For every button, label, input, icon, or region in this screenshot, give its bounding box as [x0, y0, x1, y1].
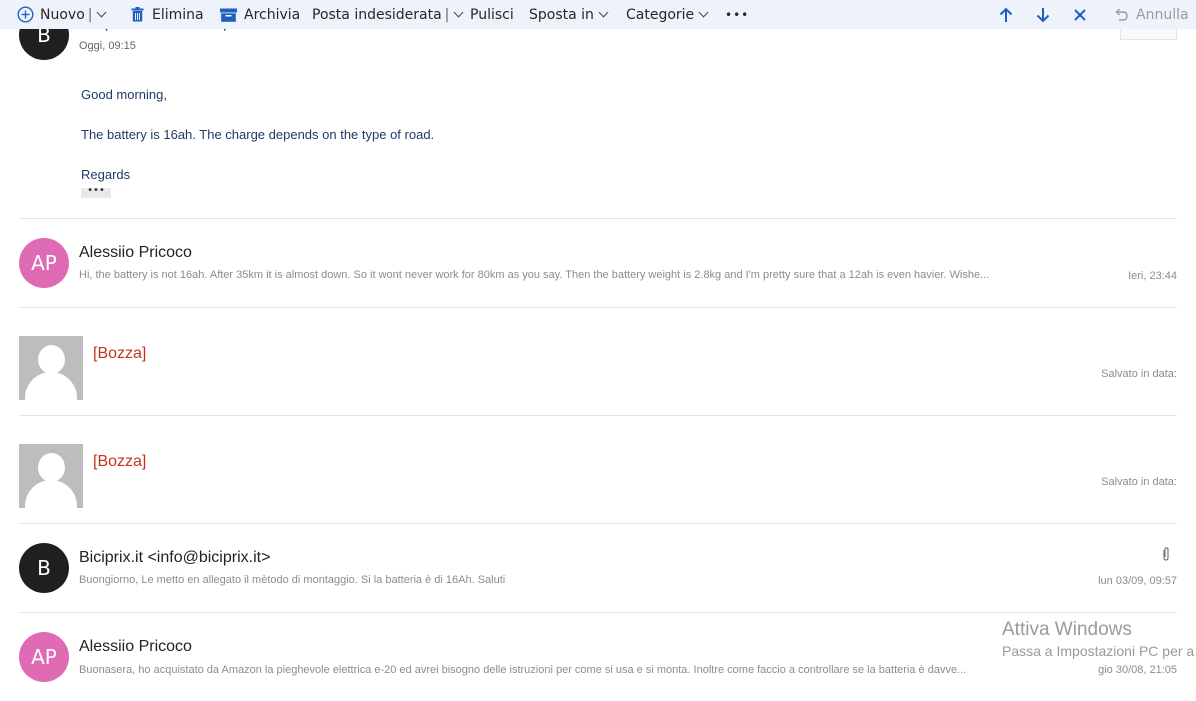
- archive-button[interactable]: Archivia: [220, 0, 300, 29]
- junk-button[interactable]: Posta indesiderata |: [312, 0, 464, 29]
- arrow-down-icon: [1036, 7, 1050, 22]
- undo-label: Annulla: [1136, 6, 1189, 23]
- message-preview[interactable]: Buonasera, ho acquistato da Amazon la pi…: [79, 664, 1044, 676]
- divider: [19, 218, 1177, 219]
- saved-date: Salvato in data:: [1101, 368, 1177, 380]
- sender-name[interactable]: Alessiio Pricoco: [79, 244, 192, 262]
- chevron-down-icon[interactable]: [453, 7, 464, 18]
- new-label: Nuovo: [40, 6, 85, 23]
- undo-icon: [1115, 8, 1128, 21]
- sender-name[interactable]: Biciprix.it <info@biciprix.it>: [79, 549, 270, 567]
- next-message-button[interactable]: [1036, 0, 1050, 29]
- draft-label[interactable]: [Bozza]: [93, 453, 146, 471]
- divider: [19, 523, 1177, 524]
- draft-label[interactable]: [Bozza]: [93, 345, 146, 363]
- move-to-button[interactable]: Sposta in: [529, 0, 609, 29]
- message-date: Oggi, 09:15: [79, 40, 136, 52]
- chevron-down-icon[interactable]: [97, 7, 107, 18]
- paperclip-icon: [1163, 547, 1169, 561]
- body-closing: Regards: [81, 167, 131, 182]
- avatar: B: [19, 543, 69, 593]
- avatar: AP: [19, 238, 69, 288]
- junk-label: Posta indesiderata: [312, 6, 442, 23]
- close-icon: [1074, 8, 1086, 21]
- saved-date: Salvato in data:: [1101, 476, 1177, 488]
- trash-icon: [131, 7, 144, 22]
- show-more-button[interactable]: •••: [81, 186, 111, 198]
- reading-pane: B Biciprix.it <info@biciprix.it> Oggi, 0…: [0, 0, 1196, 701]
- body-line: The battery is 16ah. The charge depends …: [81, 127, 435, 142]
- categories-label: Categorie: [626, 6, 695, 23]
- message-preview[interactable]: Buongiorno, Le metto en allegato il mèto…: [79, 574, 1069, 586]
- message-date: gio 30/08, 21:05: [1098, 664, 1177, 676]
- default-avatar: [19, 444, 83, 508]
- avatar: AP: [19, 632, 69, 682]
- new-button[interactable]: Nuovo |: [17, 0, 107, 29]
- undo-button[interactable]: Annulla: [1113, 0, 1189, 29]
- plus-circle-icon: [17, 6, 34, 23]
- activation-watermark-title: Attiva Windows: [1002, 619, 1132, 640]
- close-button[interactable]: [1073, 0, 1087, 29]
- delete-label: Elimina: [152, 6, 204, 23]
- move-label: Sposta in: [529, 6, 594, 23]
- message-preview[interactable]: Hi, the battery is not 16ah. After 35km …: [79, 269, 1069, 281]
- sweep-button[interactable]: Pulisci: [470, 0, 514, 29]
- more-actions-button[interactable]: •••: [725, 0, 749, 29]
- divider: [19, 612, 1177, 613]
- categories-button[interactable]: Categorie: [626, 0, 709, 29]
- message-date: lun 03/09, 09:57: [1098, 575, 1177, 587]
- archive-label: Archivia: [244, 6, 301, 23]
- activation-watermark-subtitle: Passa a Impostazioni PC per a: [1002, 643, 1195, 659]
- message-date: Ieri, 23:44: [1128, 270, 1177, 282]
- sender-name[interactable]: Alessiio Pricoco: [79, 638, 192, 656]
- divider: [19, 307, 1177, 308]
- arrow-up-icon: [999, 7, 1013, 22]
- sweep-label: Pulisci: [470, 6, 514, 23]
- command-toolbar: Nuovo | Elimina Archivia Posta indesider…: [0, 0, 1196, 29]
- divider: [19, 415, 1177, 416]
- archive-box-icon: [220, 8, 237, 22]
- body-greeting: Good morning,: [81, 87, 167, 102]
- chevron-down-icon: [598, 7, 609, 18]
- chevron-down-icon: [698, 7, 709, 18]
- default-avatar: [19, 336, 83, 400]
- previous-message-button[interactable]: [999, 0, 1013, 29]
- more-icon: •••: [725, 7, 750, 22]
- delete-button[interactable]: Elimina: [131, 0, 204, 29]
